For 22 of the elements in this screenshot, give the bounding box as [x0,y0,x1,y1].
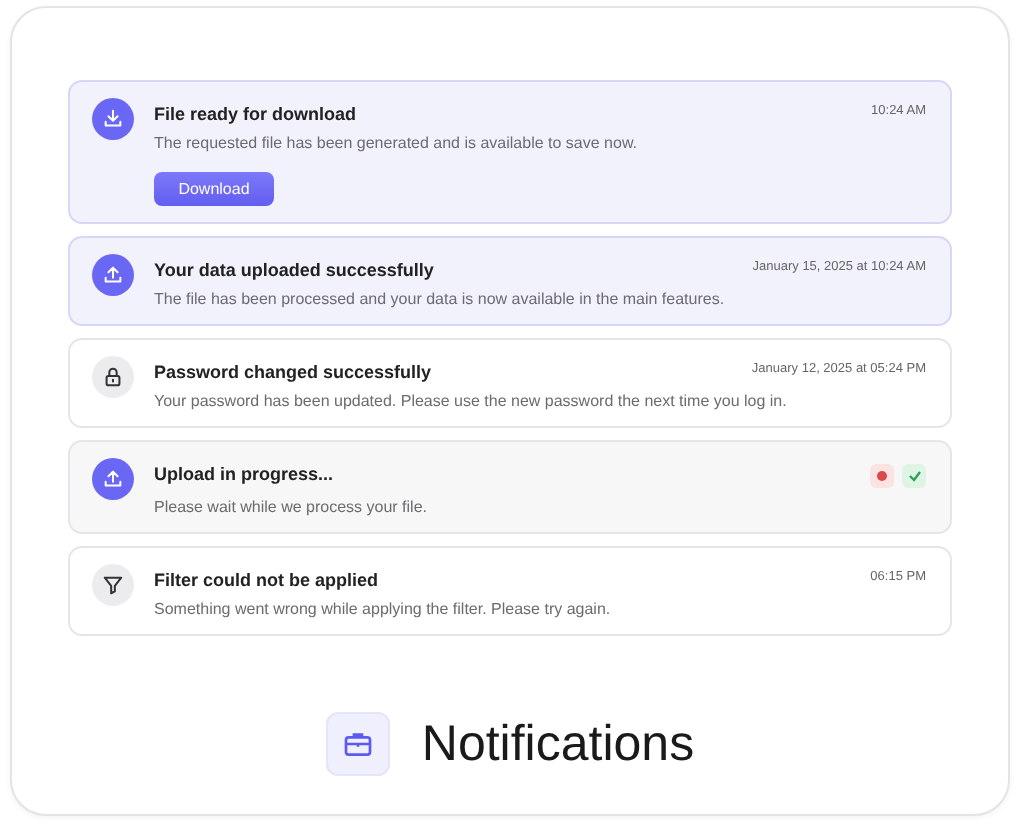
notification-message: Your password has been updated. Please use the new password the next time you log in. [154,392,789,410]
notification-message: The requested file has been generated and is available to save now. [154,134,639,152]
notification-title: Password changed successfully [154,362,432,382]
page-title: Notifications [421,715,695,773]
stop-button[interactable] [870,464,894,488]
lock-icon [102,366,124,388]
upload-icon [102,264,124,286]
notification-title: File ready for download [154,104,357,124]
notification-message: Please wait while we process your file. [154,498,430,516]
briefcase-icon [341,728,374,760]
check-button[interactable] [902,464,926,488]
filter-icon [102,574,124,596]
notification-title: Your data uploaded successfully [154,260,434,280]
download-icon [102,108,124,130]
notification-title: Upload in progress... [154,464,334,484]
upload-icon [102,468,124,490]
download-button[interactable]: Download [154,172,274,206]
notification-title: Filter could not be applied [154,570,379,590]
notification-message: Something went wrong while applying the filter. Please try again. [154,600,613,618]
dot-icon [876,470,888,482]
notification-message: The file has been processed and your data is now available in the main features. [154,290,727,308]
check-icon [907,470,921,482]
